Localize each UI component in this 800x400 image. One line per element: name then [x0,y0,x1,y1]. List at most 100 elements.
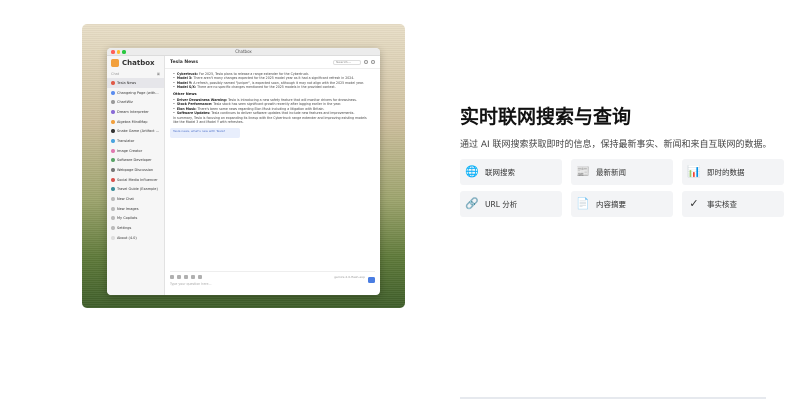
document-icon: 📄 [576,197,590,210]
sidebar-item[interactable]: ChartWiz [107,97,164,107]
page: Chatbox Chatbox Chat ▣ Tesla News Changei… [0,0,800,400]
page-subtitle: 通过 AI 联网搜索获取即时的信息，保持最新事实、新闻和来自互联网的数据。 [460,140,772,150]
bullet-item: • Software Updates: Tesla continues to de… [173,111,372,115]
newspaper-icon: 📰 [576,165,590,178]
divider [460,397,766,399]
bullet-body: Tesla stock has seen significant growth … [213,102,342,107]
bullet-bold: Model 3: [176,76,193,81]
brand: Chatbox [107,56,164,70]
window-title: Chatbox [235,49,252,54]
feature-grid: 🌐 联网搜索 📰 最新新闻 📊 即时的数据 🔗 URL 分析 📄 内容摘要 ✓ … [460,159,784,217]
bullet-bold: Model Y: [176,80,193,85]
sidebar-item[interactable]: Software Developer [107,156,164,166]
feature-label: 事实核查 [707,199,737,209]
model-selector[interactable]: gemini-2.0-flash-exp [334,275,365,279]
sidebar-toggle-icon[interactable]: ▣ [157,72,160,76]
feature-label: URL 分析 [485,199,518,209]
sidebar-item-label: Travel Guide (Example) [117,187,158,192]
section-heading: Other News [173,91,197,96]
bar-chart-icon: 📊 [687,165,701,178]
send-button[interactable] [368,277,375,283]
app-window: Chatbox Chatbox Chat ▣ Tesla News Changei… [107,48,380,295]
sidebar-item[interactable]: New Chat [107,194,164,204]
bullet-bold: Model S/X: [176,85,197,90]
settings-icon[interactable] [364,60,368,64]
attach-icon[interactable] [170,275,174,279]
sidebar-header: Chat ▣ [107,70,164,78]
bullet-body: There's been some news regarding Elon Mu… [197,106,325,111]
feature-label: 即时的数据 [707,167,745,177]
sidebar-item-label: Image Creator [117,148,143,153]
sidebar-item-label: Tesla News [117,80,137,85]
bullet-list-models: • Cybertruck: For 2025, Tesla plans to re… [173,72,372,90]
conversation-avatar-icon [111,148,115,153]
bullet-item: • Model S/X: There are no specific change… [173,85,372,89]
sidebar-item[interactable]: Algebra MindMap [107,117,164,127]
sidebar-item-label: ChartWiz [117,100,133,105]
conversation-avatar-icon [111,235,115,240]
conversation-avatar-icon [111,158,115,163]
feature-card-web-search: 🌐 联网搜索 [460,159,562,185]
sidebar-item-label: Webpage Discussion [117,168,154,173]
sidebar-item-label: Changeing Page (with... [117,90,159,95]
sidebar-item[interactable]: About (4.0) [107,233,164,243]
globe-icon[interactable] [191,275,195,279]
sidebar-item[interactable]: Image Creator [107,146,164,156]
bullet-icon: • [173,85,175,90]
link-icon: 🔗 [465,197,479,210]
bullet-body: There are no specific changes mentioned … [197,85,336,90]
summary-text: In summary, Tesla is focusing on expandi… [173,115,367,125]
sidebar-item-label: Algebra MindMap [117,119,148,124]
conversation-list: Tesla News Changeing Page (with... ChartWi… [107,78,164,243]
bullet-body: There aren't many changes expected for t… [193,76,355,81]
bullet-body: Tesla is introducing a new safety featur… [228,98,357,103]
bullet-body: Tesla continues to deliver software upda… [211,111,355,116]
conversation-avatar-icon [111,138,115,143]
bullet-body: For 2025, Tesla plans to release a range… [199,72,310,76]
sidebar-header-label: Chat [111,72,120,76]
brand-name: Chatbox [122,59,155,67]
chat-panel: Tesla News Search... • Cybertruck: For 20… [165,56,380,295]
search-input[interactable]: Search... [333,59,361,65]
sidebar: Chatbox Chat ▣ Tesla News Changeing Page … [107,56,165,295]
sidebar-item-label: Software Developer [117,158,152,163]
conversation-avatar-icon [111,206,115,211]
bullet-bold: Software Updates: [176,111,211,116]
sidebar-item[interactable]: Settings [107,223,164,233]
sidebar-item-label: About (4.0) [117,235,137,240]
sidebar-item[interactable]: Social Media Influencer [107,175,164,185]
composer: gemini-2.0-flash-exp Type your question … [170,271,375,291]
feature-label: 内容摘要 [596,199,626,209]
sidebar-item[interactable]: Tesla News [107,78,164,88]
message-input[interactable]: Type your question here... [170,282,375,286]
conversation-avatar-icon [111,177,115,182]
bullet-list-news: • Driver Drowsiness Warning: Tesla is int… [173,98,372,116]
conversation-avatar-icon [111,119,115,124]
sidebar-item[interactable]: Changeing Page (with... [107,88,164,98]
message-content: • Cybertruck: For 2025, Tesla plans to re… [165,69,380,139]
more-icon[interactable] [371,60,375,64]
conversation-avatar-icon [111,197,115,202]
sidebar-item[interactable]: Translator [107,136,164,146]
user-message-bubble[interactable]: Tesla news, what's new with Tesla? [170,128,240,139]
chatbox-logo-icon [111,59,119,67]
feature-card-fact-check: ✓ 事实核查 [682,191,784,217]
sidebar-item[interactable]: New Images [107,204,164,214]
checkmark-icon: ✓ [689,197,699,210]
sidebar-item-label: Dream Interpreter [117,109,149,114]
conversation-avatar-icon [111,109,115,114]
sidebar-item[interactable]: Dream Interpreter [107,107,164,117]
sidebar-item-label: Social Media Influencer [117,177,158,182]
settings-icon[interactable] [198,275,202,279]
link-icon[interactable] [184,275,188,279]
bullet-bold: Driver Drowsiness Warning: [176,98,228,103]
conversation-avatar-icon [111,168,115,173]
conversation-avatar-icon [111,80,115,85]
sidebar-item[interactable]: My Copilots [107,214,164,224]
sidebar-item[interactable]: Travel Guide (Example) [107,185,164,195]
bullet-text: Software Updates: Tesla continues to del… [177,111,355,115]
sidebar-item[interactable]: Snake Game (Artifact ... [107,126,164,136]
conversation-avatar-icon [111,187,115,192]
sidebar-item[interactable]: Webpage Discussion [107,165,164,175]
image-icon[interactable] [177,275,181,279]
